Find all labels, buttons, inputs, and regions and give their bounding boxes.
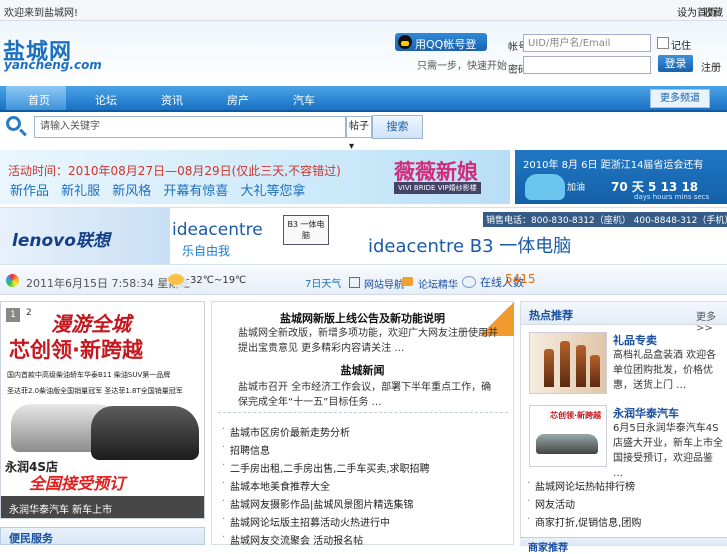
- password-input[interactable]: [523, 56, 651, 74]
- list-item[interactable]: 盐城市区房价最新走势分析: [222, 424, 350, 439]
- photo-slideshow[interactable]: 1 2 漫游全城 芯创领·新跨越 国内首款中高级柴油轿车华泰B11 柴油SUV第…: [0, 301, 205, 519]
- search-icon: [6, 116, 21, 131]
- folder-icon: [402, 277, 413, 286]
- recommend-item-2-desc: 6月5日永润华泰汽车4S店盛大开业，新车上市全国接受预订，欢迎品鉴 …: [613, 423, 723, 479]
- slide-page-1[interactable]: 1: [6, 308, 20, 322]
- list-item[interactable]: 盐城本地美食推荐大全: [222, 478, 330, 493]
- wedding-banner[interactable]: 活动时间：2010年08月27日—08月29日(仅此三天,不容错过) 新作品 新…: [0, 150, 510, 204]
- top-strip: 欢迎来到盐城网! 设为首页 收藏: [0, 0, 727, 21]
- info-bar: 2011年6月15日 7:58:34 星期三 32℃~19℃ 7日天气 网站导航…: [0, 268, 727, 295]
- lenovo-logo: lenovo联想: [12, 231, 110, 251]
- login-button[interactable]: 登录: [658, 55, 693, 72]
- weather-temperature: 32℃~19℃: [190, 275, 247, 286]
- current-datetime: 2011年6月15日 7:58:34 星期三: [26, 277, 191, 290]
- remember-label: 记住: [671, 41, 691, 52]
- ideacentre-b3-headline: ideacentre B3 一体电脑: [368, 236, 572, 257]
- bookmark-link[interactable]: 收藏: [703, 4, 723, 19]
- lenovo-banner[interactable]: lenovo联想 ideacentre 乐自由我 B3 一体电脑 ideacen…: [0, 207, 727, 265]
- ad-slogan: 芯创领·新跨越: [9, 338, 143, 362]
- search-input[interactable]: 请输入关键字: [34, 116, 346, 138]
- uid-input[interactable]: UID/用户名/Email: [523, 34, 651, 52]
- nav-item-car[interactable]: 汽车: [293, 92, 315, 108]
- site-nav-icon: [349, 277, 360, 288]
- welcome-text: 欢迎来到盐城网!: [4, 8, 79, 19]
- list-item[interactable]: 网友活动: [527, 496, 575, 511]
- main-nav: 首页 论坛 资讯 房产 汽车 更多频道: [0, 86, 727, 112]
- online-count: 5415: [505, 272, 536, 286]
- wedding-brand-sub: VIVI BRIDE VIP婚纱影楼: [394, 182, 481, 194]
- weather-sunny-icon: [168, 274, 184, 285]
- headline-2[interactable]: 盐城新闻: [212, 362, 513, 378]
- remember-checkbox[interactable]: [657, 37, 669, 49]
- headline-2-summary: 盐城市召开 全市经济工作会议，部署下半年重点工作，确保完成全年“十一五”目标任务…: [238, 382, 492, 408]
- wedding-tagline: 新作品 新礼服 新风格 开幕有惊喜 大礼等您拿: [10, 184, 306, 199]
- search-type-select[interactable]: 帖子▾: [346, 116, 372, 152]
- sales-hotline: 销售电话：800-830-8312（座机） 400-8848-312（手机）: [483, 212, 727, 227]
- wedding-date-line: 活动时间：2010年08月27日—08月29日(仅此三天,不容错过): [8, 164, 341, 178]
- recommend-item-1-desc: 高档礼品盒装酒 欢迎各单位团购批发，价格优惠，送货上门 …: [613, 350, 717, 391]
- more-link[interactable]: 更多>>: [696, 308, 727, 334]
- liquor-thumbnail[interactable]: [529, 332, 607, 394]
- recommend-panel: 热点推荐 更多>> 礼品专卖 高档礼品盒装酒 欢迎各单位团购批发，价格优惠，送货…: [520, 301, 727, 545]
- search-button[interactable]: 搜索: [372, 115, 423, 139]
- mascot-icon: [525, 174, 565, 200]
- list-item[interactable]: 盐城网友摄影作品|盐城风景图片精选集锦: [222, 496, 413, 511]
- qq-login-note: 只需一步，快速开始: [417, 61, 507, 72]
- qq-penguin-icon: [398, 35, 412, 49]
- recommend-title: 热点推荐: [529, 309, 573, 322]
- nav-item-home[interactable]: 首页: [28, 92, 50, 108]
- more-channels-button[interactable]: 更多频道: [650, 89, 710, 108]
- slide-caption[interactable]: 永润华泰汽车 新车上市: [1, 496, 204, 518]
- services-section-header: 便民服务: [0, 527, 205, 545]
- list-item[interactable]: 二手房出租,二手房出售,二手车买卖,求职招聘: [222, 460, 430, 475]
- recommend-header: 热点推荐 更多>>: [521, 302, 727, 334]
- list-item[interactable]: 盐城网论坛版主招募活动火热进行中: [222, 514, 390, 529]
- nav-item-house[interactable]: 房产: [227, 92, 249, 108]
- register-link[interactable]: 注册: [701, 59, 721, 74]
- games-countdown-banner[interactable]: 2010年 8月 6日 距浙江14届省运会还有 加油 70 天 5 13 18 …: [515, 150, 727, 204]
- online-users-icon: [462, 276, 476, 288]
- slide-page-2[interactable]: 2: [26, 308, 32, 318]
- site-header: 盐城网 yancheng.com 用QQ帐号登录 只需一步，快速开始 帐号 UI…: [0, 21, 727, 85]
- divider: [218, 412, 508, 413]
- merchant-title: 商家推荐: [528, 543, 568, 554]
- search-type-value: 帖子: [349, 121, 369, 132]
- search-bar: 请输入关键字 帖子▾ 搜索: [0, 112, 727, 152]
- forum-digest-link[interactable]: 论坛精华: [418, 276, 458, 291]
- recommend-item-2-title[interactable]: 永润华泰汽车: [613, 405, 679, 421]
- list-item[interactable]: 盐城网论坛热帖排行榜: [527, 478, 635, 493]
- weekly-weather-link[interactable]: 7日天气: [305, 275, 341, 290]
- car-ad-thumbnail[interactable]: 芯创领·新跨越: [529, 405, 607, 467]
- qq-login-button[interactable]: 用QQ帐号登录: [395, 33, 487, 67]
- ad-line-2: 圣达菲2.0柴油版全国销量冠军 圣达菲1.8T全国销量冠军: [7, 387, 183, 395]
- site-logo-domain: yancheng.com: [4, 58, 102, 72]
- ad-title: 漫游全城: [51, 312, 131, 336]
- list-item[interactable]: 商家打折,促销信息,团购: [527, 514, 641, 529]
- list-item[interactable]: 招聘信息: [222, 442, 270, 457]
- site-nav-link[interactable]: 网站导航: [364, 276, 404, 291]
- ad-call: 全国接受预订: [29, 474, 126, 493]
- headline-1[interactable]: 盐城网新版上线公告及新功能说明: [212, 310, 513, 326]
- b3-product-image: B3 一体电脑: [283, 215, 329, 245]
- nav-item-news[interactable]: 资讯: [161, 92, 183, 108]
- recommend-item-1-title[interactable]: 礼品专卖: [613, 332, 657, 348]
- car-ad-thumbnail-text: 芯创领·新跨越: [550, 411, 602, 420]
- services-title: 便民服务: [9, 532, 53, 545]
- ad-line-1: 国内首款中高级柴油轿车华泰B11 柴油SUV第一品牌: [7, 371, 171, 379]
- ideacentre-slogan: 乐自由我: [182, 244, 231, 258]
- rainbow-icon: [6, 274, 19, 287]
- games-countdown-text: 2010年 8月 6日 距浙江14届省运会还有: [523, 160, 704, 171]
- car-image-black: [91, 406, 199, 460]
- games-cheer: 加油: [567, 183, 586, 193]
- games-countdown-units: days hours mins secs: [634, 193, 710, 201]
- ideacentre-logo: ideacentre: [172, 220, 263, 240]
- nav-item-forum[interactable]: 论坛: [95, 92, 117, 108]
- news-panel: 盐城网新版上线公告及新功能说明 盐城网全新改版，新增多项功能，欢迎广大网友注册使…: [211, 301, 514, 547]
- headline-1-summary: 盐城网全新改版，新增多项功能，欢迎广大网友注册使用并提出宝贵意见 更多精彩内容请…: [238, 328, 498, 354]
